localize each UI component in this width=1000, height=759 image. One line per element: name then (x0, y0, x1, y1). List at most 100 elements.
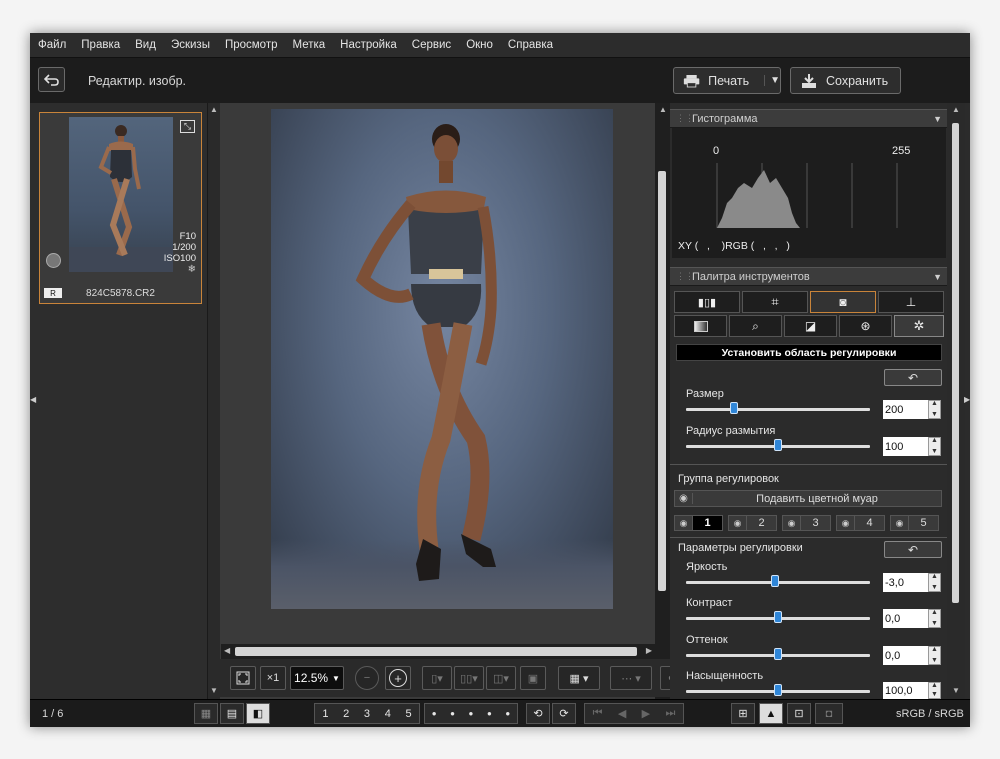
size-stepper[interactable] (928, 400, 941, 419)
edited-image[interactable] (271, 109, 613, 609)
menu-help[interactable]: Справка (508, 39, 553, 51)
zoom-out-button[interactable]: − (355, 666, 379, 690)
menu-thumbnails[interactable]: Эскизы (171, 39, 210, 51)
scroll-thumb[interactable] (658, 171, 666, 591)
reset-area-button[interactable]: ↶ (884, 369, 942, 386)
palette-scroll-thumb[interactable] (952, 123, 959, 603)
compare-split-button[interactable]: ▯▯▾ (454, 666, 484, 690)
thumbnail-item[interactable]: ⤡ F10 1/200 ISO100 ❄ R 824C5878.CR2 (39, 112, 202, 304)
collapse-right-icon[interactable]: ▶ (964, 395, 970, 404)
tool-palette-header[interactable]: ⋮⋮ Палитра инструментов ▼ (670, 267, 947, 286)
eye-icon[interactable]: ◉ (729, 516, 747, 530)
hue-stepper[interactable] (928, 646, 941, 665)
blur-radius-slider-handle[interactable] (774, 439, 782, 451)
scroll-up-icon[interactable]: ▲ (659, 105, 667, 114)
eye-icon[interactable]: ◉ (675, 516, 693, 530)
hscroll-thumb[interactable] (235, 647, 637, 656)
rotate-right-button[interactable]: ⟳ (552, 703, 576, 724)
menu-label[interactable]: Метка (293, 39, 326, 51)
print-button[interactable]: Печать ▼ (673, 67, 781, 94)
rotate-left-button[interactable]: ⟲ (526, 703, 550, 724)
scroll-up-icon[interactable]: ▲ (952, 105, 960, 114)
af-point-button[interactable]: ⋯ ▾ (610, 666, 652, 690)
rating-4[interactable]: 4 (385, 708, 391, 720)
scroll-right-icon[interactable]: ▶ (646, 646, 652, 655)
zoom-select[interactable]: 12.5% ▼ (290, 666, 344, 690)
chevron-down-icon[interactable]: ▼ (764, 75, 780, 86)
tab-settings[interactable]: ✲ (894, 315, 944, 337)
menu-settings[interactable]: Настройка (340, 39, 397, 51)
scroll-up-icon[interactable]: ▲ (210, 105, 218, 114)
back-button[interactable] (38, 67, 65, 92)
view-edit-button[interactable]: ◧ (246, 703, 270, 724)
menu-window[interactable]: Окно (466, 39, 493, 51)
adjust-group-3[interactable]: ◉ 3 (782, 515, 831, 531)
set-area-button[interactable]: Установить область регулировки (676, 344, 942, 361)
tab-basic-adjust[interactable]: ▮▯▮ (674, 291, 740, 313)
brightness-input[interactable]: -3,0 (883, 573, 928, 592)
first-icon[interactable]: ⏮ (593, 707, 603, 720)
menu-tools[interactable]: Сервис (412, 39, 451, 51)
check-mark-dot[interactable]: ● (469, 709, 474, 718)
hue-input[interactable]: 0,0 (883, 646, 928, 665)
contrast-stepper[interactable] (928, 609, 941, 628)
rating-5[interactable]: 5 (406, 708, 412, 720)
expand-icon[interactable]: ⤡ (180, 120, 195, 133)
zoom-1x-button[interactable]: ×1 (260, 666, 286, 690)
blur-radius-input[interactable]: 100 (883, 437, 928, 456)
adjust-group-1[interactable]: ◉ 1 (674, 515, 723, 531)
saturation-slider-handle[interactable] (774, 684, 782, 696)
scroll-down-icon[interactable]: ▼ (952, 686, 960, 695)
camera-button[interactable]: ◘ (815, 703, 843, 724)
saturation-stepper[interactable] (928, 682, 941, 699)
scroll-down-icon[interactable]: ▼ (210, 686, 218, 695)
check-mark-dot[interactable]: ● (505, 709, 510, 718)
sync-button[interactable]: ▣ (520, 666, 546, 690)
view-grid-button[interactable]: ▦ (194, 703, 218, 724)
rating-2[interactable]: 2 (343, 708, 349, 720)
contrast-input[interactable]: 0,0 (883, 609, 928, 628)
image-vscrollbar[interactable]: ▲ ▼ (655, 103, 670, 699)
last-icon[interactable]: ⏭ (665, 707, 675, 720)
hue-slider-handle[interactable] (774, 648, 782, 660)
saturation-input[interactable]: 100,0 (883, 682, 928, 699)
tab-picture-style[interactable] (674, 315, 727, 337)
moire-button[interactable]: Подавить цветной муар (693, 493, 941, 505)
tab-color[interactable]: ⊛ (839, 315, 892, 337)
histogram-header[interactable]: ⋮⋮ Гистограмма ▼ (670, 109, 947, 128)
compare-half-button[interactable]: ◫▾ (486, 666, 516, 690)
zoom-in-button[interactable]: + (385, 666, 411, 690)
reset-params-button[interactable]: ↶ (884, 541, 942, 558)
info-overlay-button[interactable]: ⊞ (731, 703, 755, 724)
menu-edit[interactable]: Правка (81, 39, 120, 51)
size-slider-handle[interactable] (730, 402, 738, 414)
tab-local-adjust[interactable]: ◙ (810, 291, 876, 313)
af-frame-button[interactable]: ⊡ (787, 703, 811, 724)
image-view-button[interactable]: ▲ (759, 703, 783, 724)
tab-stamp[interactable]: ⊥ (878, 291, 944, 313)
adjust-group-4[interactable]: ◉ 4 (836, 515, 885, 531)
menu-view[interactable]: Вид (135, 39, 156, 51)
blur-radius-stepper[interactable] (928, 437, 941, 456)
check-mark-icon[interactable] (46, 253, 61, 268)
thumbnail-scrollbar[interactable]: ▲ ▼ (207, 103, 220, 699)
adjust-group-5[interactable]: ◉ 5 (890, 515, 939, 531)
chevron-down-icon[interactable]: ▼ (933, 114, 942, 124)
rating-3[interactable]: 3 (364, 708, 370, 720)
save-button[interactable]: Сохранить (790, 67, 901, 94)
eye-icon[interactable]: ◉ (675, 493, 693, 504)
size-slider[interactable] (686, 408, 870, 411)
fit-screen-button[interactable] (230, 666, 256, 690)
contrast-slider-handle[interactable] (774, 611, 782, 623)
chevron-down-icon[interactable]: ▼ (933, 272, 942, 282)
eye-icon[interactable]: ◉ (837, 516, 855, 530)
eye-icon[interactable]: ◉ (891, 516, 909, 530)
check-mark-dot[interactable]: ● (450, 709, 455, 718)
rating-1[interactable]: 1 (322, 708, 328, 720)
compare-single-button[interactable]: ▯▾ (422, 666, 452, 690)
menu-preview[interactable]: Просмотр (225, 39, 278, 51)
size-input[interactable]: 200 (883, 400, 928, 419)
eye-icon[interactable]: ◉ (783, 516, 801, 530)
collapse-left-icon[interactable]: ◀ (30, 395, 36, 404)
tab-crop[interactable]: ⌗ (742, 291, 808, 313)
